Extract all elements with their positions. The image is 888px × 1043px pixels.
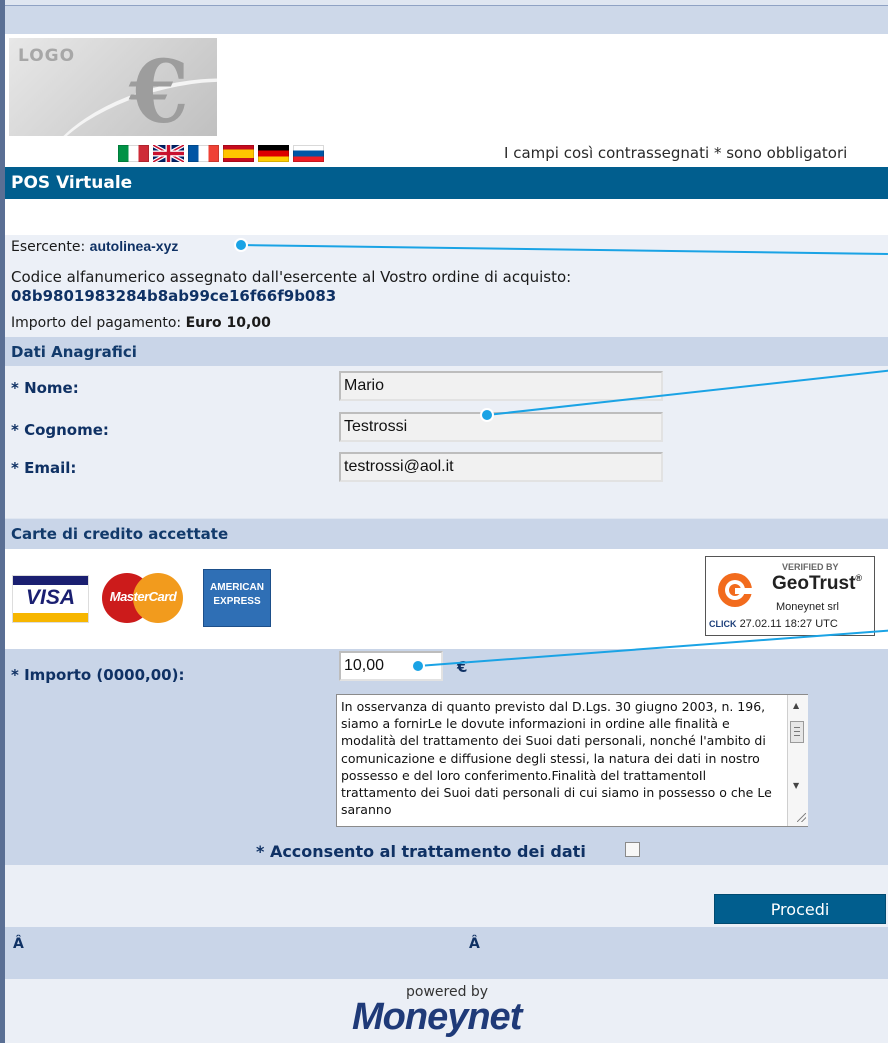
geotrust-arrow-icon xyxy=(718,573,752,607)
geotrust-brand: GeoTrust® xyxy=(772,573,862,595)
visa-stripe-bottom xyxy=(13,613,88,622)
merchant-logo: LOGO € xyxy=(9,38,217,136)
geotrust-company: Moneynet srl xyxy=(776,601,839,613)
geotrust-seal[interactable]: VERIFIED BY GeoTrust® Moneynet srl CLICK… xyxy=(705,556,875,636)
amount-label: * Importo (0000,00): xyxy=(11,666,185,684)
footer-row-center: Â xyxy=(469,936,480,952)
name-field[interactable]: Mario xyxy=(339,371,663,401)
order-code-value: 08b9801983284b8ab99ce16f66f9b083 xyxy=(11,287,337,305)
payment-amount-value: Euro 10,00 xyxy=(185,315,271,331)
page-title: POS Virtuale xyxy=(5,167,888,199)
consent-checkbox[interactable] xyxy=(625,842,640,857)
geotrust-verified-text: VERIFIED BY xyxy=(782,562,839,572)
section-accepted-cards: Carte di credito accettate xyxy=(5,519,888,549)
callout-dot-merchant xyxy=(234,238,248,252)
amex-line1: AMERICAN xyxy=(210,582,264,593)
footer-row xyxy=(5,927,888,979)
consent-label: * Acconsento al trattamento dei dati xyxy=(256,842,586,861)
mastercard-logo: MasterCard xyxy=(102,573,184,623)
email-field[interactable]: testrossi@aol.it xyxy=(339,452,663,482)
privacy-textarea[interactable]: In osservanza di quanto previsto dal D.L… xyxy=(336,694,808,827)
surname-field[interactable]: Testrossi xyxy=(339,412,663,442)
resize-grip-icon[interactable] xyxy=(797,813,806,822)
merchant-row: Esercente: autolinea-xyz xyxy=(11,238,178,255)
geotrust-date: 27.02.11 18:27 UTC xyxy=(739,618,838,630)
amex-logo: AMERICAN EXPRESS xyxy=(203,569,271,627)
callout-dot-amount xyxy=(411,659,425,673)
geotrust-brand-text: GeoTrust xyxy=(772,573,856,594)
flag-france-icon[interactable] xyxy=(188,145,219,162)
name-label: * Nome: xyxy=(11,379,79,397)
submit-button[interactable]: Procedi xyxy=(714,894,886,924)
section-personal-data: Dati Anagrafici xyxy=(5,337,888,367)
visa-text: VISA xyxy=(25,586,75,609)
geotrust-tm: ® xyxy=(855,573,863,583)
top-bar xyxy=(5,5,888,35)
visa-stripe-top xyxy=(13,576,88,585)
amex-line2: EXPRESS xyxy=(213,596,261,607)
mastercard-text: MasterCard xyxy=(109,589,177,604)
flag-spain-icon[interactable] xyxy=(223,145,254,162)
payment-amount-label: Importo del pagamento: xyxy=(11,315,182,331)
footer-row-left: Â xyxy=(13,936,24,952)
order-code-label: Codice alfanumerico assegnato dall'eserc… xyxy=(11,268,572,286)
callout-dot-surname xyxy=(480,408,494,422)
merchant-label: Esercente: xyxy=(11,239,86,255)
logo-text: LOGO xyxy=(18,46,76,66)
flag-slovenia-icon[interactable] xyxy=(293,145,324,162)
visa-logo: VISA xyxy=(12,575,89,623)
merchant-value: autolinea-xyz xyxy=(89,238,179,254)
surname-label: * Cognome: xyxy=(11,421,109,439)
geotrust-click: CLICK xyxy=(709,619,737,629)
email-label: * Email: xyxy=(11,459,77,477)
language-flags xyxy=(118,145,324,162)
geotrust-click-row: CLICK 27.02.11 18:27 UTC xyxy=(709,618,838,630)
moneynet-logo: Moneynet xyxy=(352,996,522,1038)
scroll-down-arrow-icon[interactable]: ▼ xyxy=(793,781,799,790)
flag-germany-icon[interactable] xyxy=(258,145,289,162)
privacy-scrollbar[interactable]: ▲ ▼ xyxy=(787,695,808,826)
flag-italy-icon[interactable] xyxy=(118,145,149,162)
payment-amount-row: Importo del pagamento: Euro 10,00 xyxy=(11,315,271,331)
scroll-thumb[interactable] xyxy=(790,721,804,743)
flag-uk-icon[interactable] xyxy=(153,145,184,162)
euro-symbol: € xyxy=(129,42,189,136)
required-fields-note: I campi così contrassegnati * sono obbli… xyxy=(504,144,848,162)
scroll-up-arrow-icon[interactable]: ▲ xyxy=(793,701,799,710)
